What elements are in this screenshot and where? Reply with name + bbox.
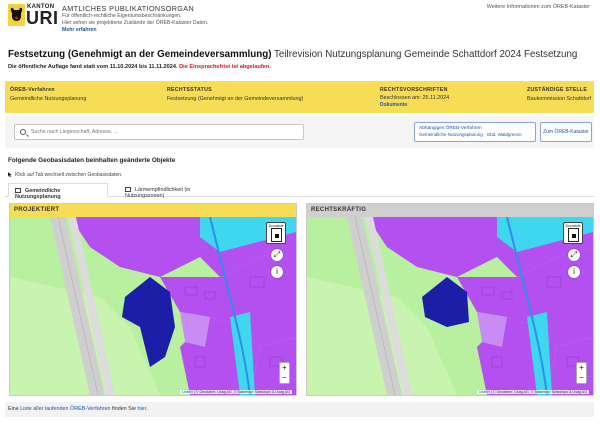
attribution-text: | © Geodaten: Lisag AG, © Basemap: Swiss…: [192, 390, 290, 394]
procedures-list-link[interactable]: Liste aller laufenden ÖREB-Verfahren: [20, 406, 110, 412]
page-title: Festsetzung (Genehmigt an der Gemeindeve…: [8, 49, 598, 60]
footer-middle: finden Sie: [110, 406, 138, 412]
zoom-in-button[interactable]: +: [280, 363, 289, 373]
zoom-control: + −: [576, 362, 587, 384]
info-legal-status-value: Festsetzung (Genehmigt an der Gemeindeve…: [167, 96, 304, 102]
info-procedure-value: Gemeindliche Nutzungsplanung: [10, 96, 87, 102]
info-regulations: RECHTSVORSCHRIFTEN Beschlossen am: 25.11…: [380, 87, 449, 108]
bull-emblem-icon: [8, 4, 25, 26]
org-description-2: Hier sehen sie projektierte Zustände der…: [62, 20, 209, 26]
footer-suffix: .: [146, 406, 148, 412]
search-icon: [20, 129, 26, 135]
attribution-text: | © Geodaten: Lisag AG, © Basemap: Swiss…: [489, 390, 587, 394]
more-info-link[interactable]: Mehr erfahren: [62, 27, 282, 34]
tab-hint-text: Klick auf Tab wechselt zwischen Geobasis…: [15, 172, 123, 178]
zoom-out-button[interactable]: −: [577, 373, 586, 383]
map-rechtskraeftig-title: RECHTSKRÄFTIG: [307, 204, 593, 217]
fullscreen-icon[interactable]: ⤢: [271, 249, 283, 261]
info-authority-value: Baukommission Schattdorf: [527, 96, 592, 102]
tab-laermempfindlichkeit-label: Lärmempfindlichkeit (in Nutzungszonen): [125, 187, 191, 199]
info-icon[interactable]: i: [568, 266, 580, 278]
map-rechtskraeftig: RECHTSKRÄFTIG Zoomstufe ⤢ i + − Leaflet …: [306, 203, 594, 396]
org-title: AMTLICHES PUBLIKATIONSORGAN: [62, 4, 195, 13]
map-projektiert: PROJEKTIERT Zoomstufe ⤢ i + − Leaflet | …: [9, 203, 297, 396]
info-authority-label: ZUSTÄNDIGE STELLE: [527, 87, 588, 93]
logo-uri-text: URI: [26, 8, 59, 28]
tab-nutzungsplanung-label: Gemeindliche Nutzungsplanung: [15, 188, 61, 200]
procedures-here-link[interactable]: hier: [137, 406, 146, 412]
zoom-out-button[interactable]: −: [280, 373, 289, 383]
footer-prefix: Eine: [8, 406, 21, 412]
overview-map-icon: [568, 228, 579, 242]
procedure-info-band: ÖREB-Verfahren Gemeindliche Nutzungsplan…: [5, 81, 594, 113]
overview-map-icon: [271, 228, 282, 242]
tab-hint: Klick auf Tab wechselt zwischen Geobasis…: [8, 172, 122, 178]
kataster-info-link[interactable]: Weitere Informationen zum ÖREB-Kataster: [487, 4, 590, 10]
page-title-rest: Teilrevision Nutzungsplanung Gemeinde Sc…: [271, 49, 578, 60]
kanton-uri-logo[interactable]: KANTON URI: [8, 4, 59, 32]
map-attribution: Leaflet | © Geodaten: Lisag AG, © Basema…: [477, 390, 589, 394]
page-title-strong: Festsetzung (Genehmigt an der Gemeindeve…: [8, 49, 272, 60]
changed-data-heading: Folgende Geobasisdaten beinhalten geände…: [8, 157, 176, 164]
info-icon[interactable]: i: [271, 266, 283, 278]
dependent-procedure-button[interactable]: Abhängiges ÖREB-Verfahren Gemeindliche N…: [414, 122, 536, 142]
map-rechtskraeftig-canvas[interactable]: [307, 217, 593, 395]
page-header: KANTON URI AMTLICHES PUBLIKATIONSORGAN F…: [0, 0, 600, 40]
to-kataster-button[interactable]: Zum ÖREB-Kataster: [540, 122, 592, 142]
info-procedure: ÖREB-Verfahren Gemeindliche Nutzungsplan…: [10, 87, 86, 102]
zoom-control: + −: [279, 362, 290, 384]
info-legal-status: RECHTSSTATUS Festsetzung (Genehmigt an d…: [167, 87, 303, 102]
auflage-notice: Die öffentliche Auflage fand statt vom 1…: [8, 64, 271, 70]
leaflet-link[interactable]: Leaflet: [182, 390, 193, 394]
info-authority: ZUSTÄNDIGE STELLE Baukommission Schattdo…: [527, 87, 591, 102]
einsprache-expired-text: Die Einsprachefrist ist abgelaufen.: [177, 64, 271, 70]
overview-map-button[interactable]: Zoomstufe: [266, 222, 286, 244]
documents-link[interactable]: Dokumente: [380, 102, 449, 108]
info-procedure-label: ÖREB-Verfahren: [10, 87, 55, 93]
dependent-procedure-title: Abhängiges ÖREB-Verfahren: [419, 126, 482, 131]
org-description-1: Für öffentlich-rechtliche Eigentumsbesch…: [62, 13, 182, 19]
info-regulations-label: RECHTSVORSCHRIFTEN: [380, 87, 448, 93]
search-input[interactable]: [31, 126, 299, 138]
map-projektiert-canvas[interactable]: [10, 217, 296, 395]
map-layer-icon: [125, 187, 131, 192]
info-legal-status-label: RECHTSSTATUS: [167, 87, 212, 93]
pointer-icon: [8, 172, 12, 178]
search-panel: Abhängiges ÖREB-Verfahren Gemeindliche N…: [5, 116, 594, 148]
map-layer-icon: [15, 188, 21, 193]
overview-map-button[interactable]: Zoomstufe: [563, 222, 583, 244]
info-regulations-value: Beschlossen am: 25.11.2024: [380, 95, 450, 101]
tab-laermempfindlichkeit[interactable]: Lärmempfindlichkeit (in Nutzungszonen): [119, 183, 229, 199]
auflage-notice-text: Die öffentliche Auflage fand statt vom 1…: [8, 64, 178, 70]
org-info: AMTLICHES PUBLIKATIONSORGAN Für öffentli…: [62, 4, 282, 34]
zoom-in-button[interactable]: +: [577, 363, 586, 373]
dependent-procedure-subtitle: Gemeindliche Nutzungsplanung - Gbd. Wald…: [419, 132, 522, 137]
map-attribution: Leaflet | © Geodaten: Lisag AG, © Basema…: [180, 390, 292, 394]
procedures-footer: Eine Liste aller laufenden ÖREB-Verfahre…: [5, 402, 594, 417]
map-projektiert-title: PROJEKTIERT: [10, 204, 296, 217]
search-box[interactable]: [14, 124, 304, 140]
fullscreen-icon[interactable]: ⤢: [568, 249, 580, 261]
geodata-tabs: Gemeindliche Nutzungsplanung Lärmempfind…: [5, 183, 594, 200]
tab-nutzungsplanung[interactable]: Gemeindliche Nutzungsplanung: [8, 183, 108, 200]
leaflet-link[interactable]: Leaflet: [479, 390, 490, 394]
